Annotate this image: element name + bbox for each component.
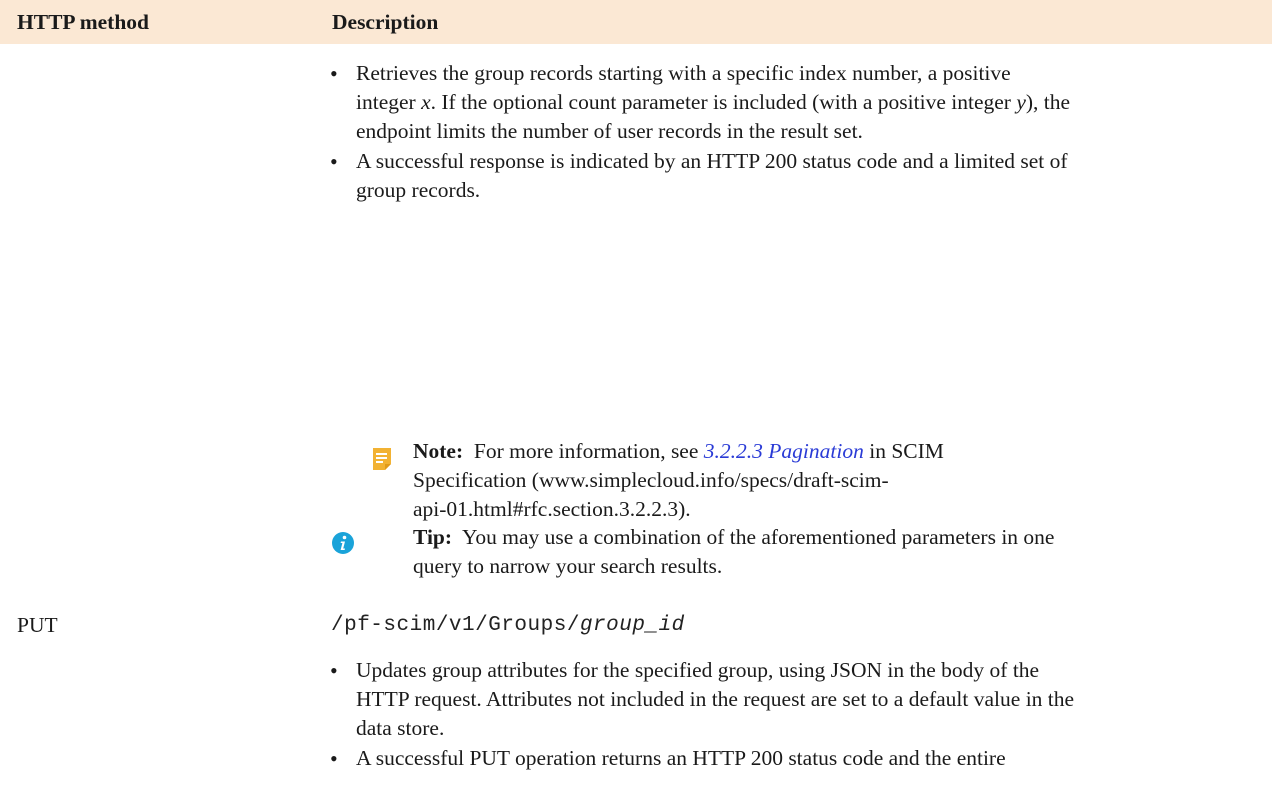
list-item: A successful PUT operation returns an HT…: [356, 746, 1006, 770]
method-put: PUT: [17, 613, 58, 637]
bullet: •: [330, 61, 338, 86]
note-icon: [373, 448, 391, 470]
pagination-link[interactable]: 3.2.2.3 Pagination: [704, 439, 864, 463]
column-header-description: Description: [332, 10, 439, 34]
bullet: •: [330, 658, 338, 683]
note: Note: For more information, see 3.2.2.3 …: [413, 439, 944, 521]
info-icon: [332, 532, 354, 554]
column-header-http-method: HTTP method: [17, 10, 150, 34]
list-item: Updates group attributes for the specifi…: [356, 658, 1075, 740]
bullet: •: [330, 149, 338, 174]
bullet: •: [330, 746, 338, 771]
endpoint-put: /pf-scim/v1/Groups/group_id: [331, 614, 685, 637]
tip: Tip: You may use a combination of the af…: [413, 525, 1055, 578]
table-header: HTTP method Description: [0, 0, 1272, 44]
list-item: Retrieves the group records starting wit…: [356, 61, 1071, 143]
list-item: A successful response is indicated by an…: [356, 149, 1068, 202]
